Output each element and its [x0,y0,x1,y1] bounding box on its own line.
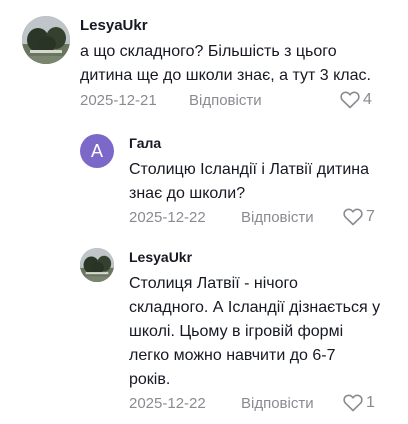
comment-text-line: дитина ще до школи знає, а тут 3 клас. [80,67,371,84]
comment-date: 2025-12-22 [129,395,206,412]
username[interactable]: LesyaUkr [80,17,148,34]
avatar[interactable] [80,248,114,282]
username[interactable]: Гала [129,135,161,151]
comment-text-line: Столицю Ісландії і Латвії дитина [129,161,370,178]
like-button[interactable]: 7 [343,208,375,226]
comment-3: LesyaUkr Столиця Латвії - нічого складно… [0,234,408,424]
profile-photo-icon [80,248,114,282]
username[interactable]: LesyaUkr [129,249,192,265]
like-count: 7 [366,208,375,225]
comment-text-line: складного. А Ісландії дізнається у [129,299,381,316]
heart-outline-icon [343,208,363,226]
comment-date: 2025-12-22 [129,209,206,226]
heart-outline-icon [343,394,363,412]
like-count: 4 [363,91,372,108]
avatar[interactable]: А [80,134,114,168]
avatar[interactable] [22,16,70,64]
comment-text-line: Столиця Латвії - нічого [129,275,298,292]
like-button[interactable]: 4 [340,91,372,109]
reply-button[interactable]: Відповісти [241,395,314,412]
avatar-letter: А [90,140,103,161]
profile-photo-icon [22,16,70,64]
comment-2: А Гала Столицю Ісландії і Латвії дитина … [0,120,408,234]
comment-date: 2025-12-21 [80,92,157,109]
like-count: 1 [366,394,375,411]
reply-button[interactable]: Відповісти [241,209,314,226]
comment-text-line: школі. Цьому в ігровій формі [129,323,344,340]
comment-text-line: а що складного? Більшість з цього [80,43,337,60]
comment-text-line: знає до школи? [129,185,246,202]
heart-outline-icon [340,91,360,109]
comment-1: LesyaUkr а що складного? Більшість з цьо… [0,0,408,120]
comment-text-line: легко можно навчити до 6-7 [129,347,336,364]
reply-button[interactable]: Відповісти [189,92,262,109]
like-button[interactable]: 1 [343,394,375,412]
comment-text-line: років. [129,371,171,388]
